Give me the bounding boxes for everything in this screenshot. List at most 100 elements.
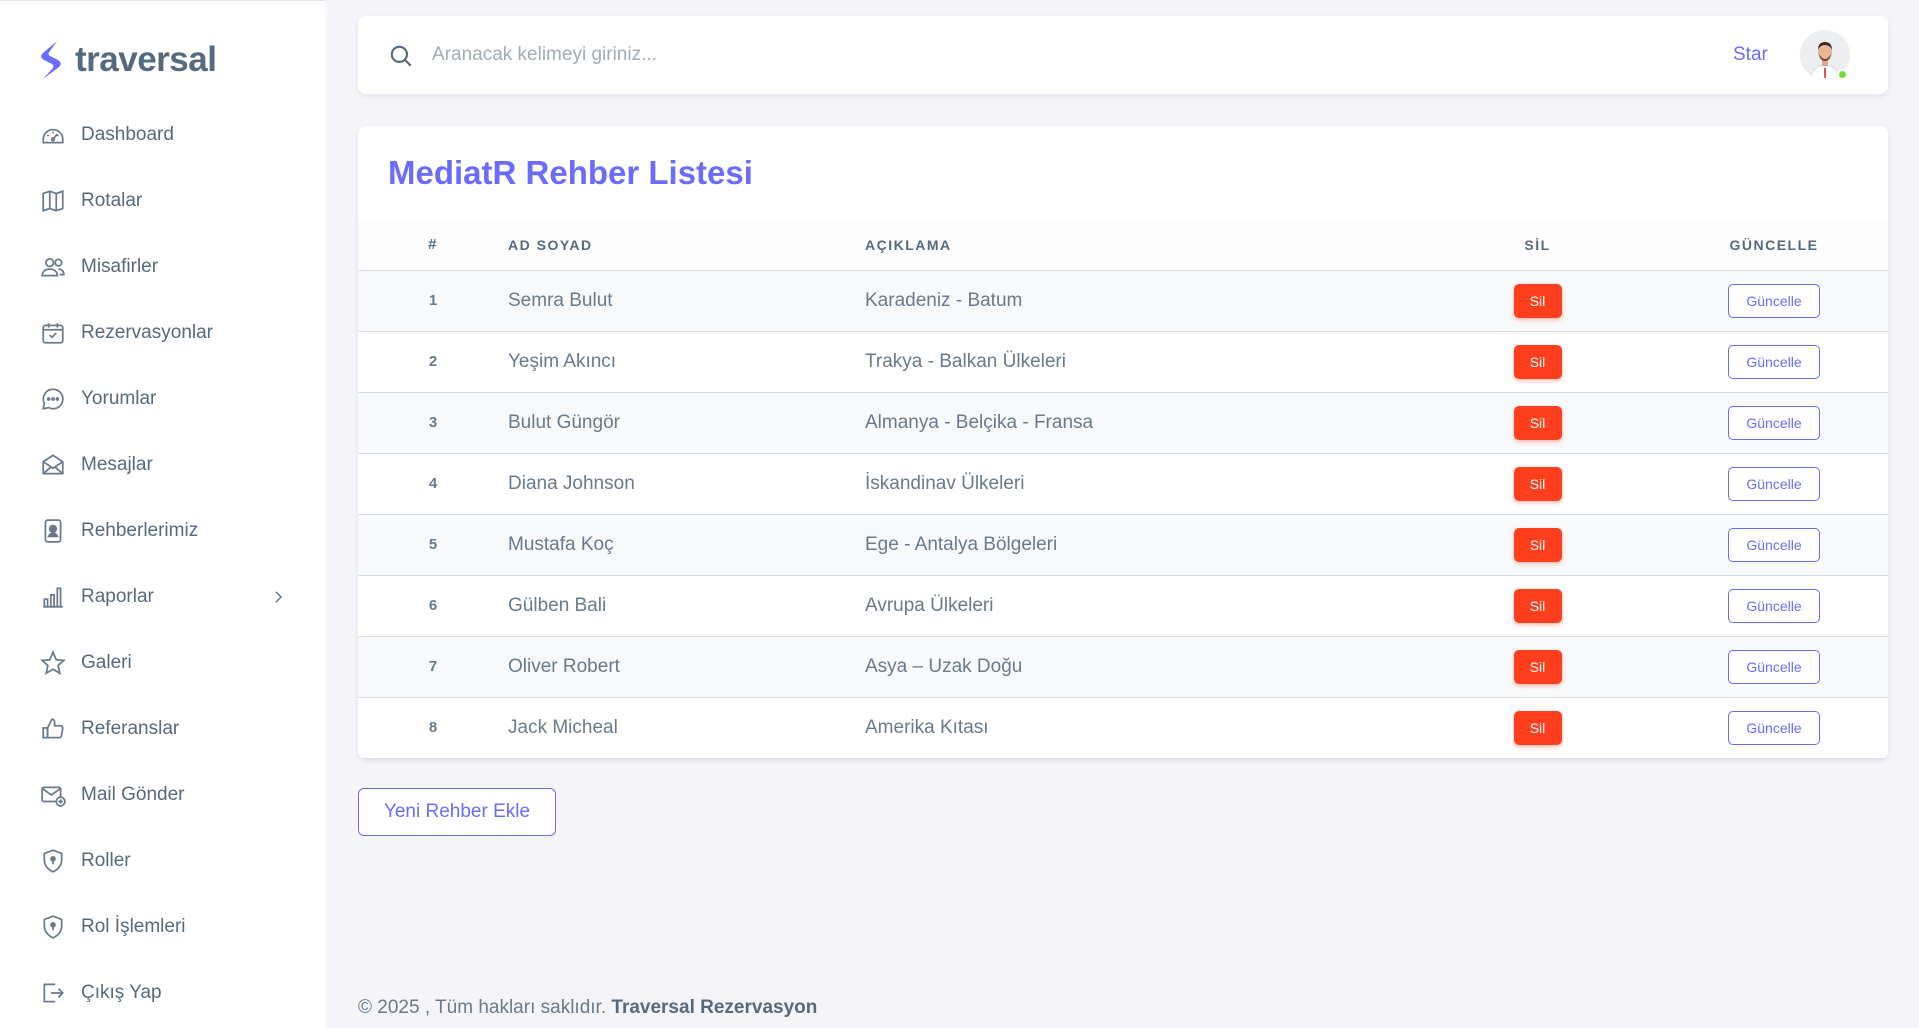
- sidebar-item-yorumlar[interactable]: Yorumlar: [0, 366, 325, 432]
- row-name: Jack Micheal: [508, 697, 865, 759]
- row-number: 3: [358, 392, 508, 454]
- row-name: Bulut Güngör: [508, 392, 865, 454]
- chat-icon: [40, 386, 66, 412]
- row-number: 2: [358, 331, 508, 393]
- row-number: 4: [358, 453, 508, 515]
- mail-send-icon: [40, 782, 66, 808]
- sidebar-item-referanslar[interactable]: Referanslar: [0, 696, 325, 762]
- sidebar-item-label: Rol İşlemleri: [81, 916, 186, 937]
- sidebar-item-label: Roller: [81, 850, 131, 871]
- sidebar-item-mesajlar[interactable]: Mesajlar: [0, 432, 325, 498]
- sidebar-item-rotalar[interactable]: Rotalar: [0, 168, 325, 234]
- update-button[interactable]: Güncelle: [1728, 649, 1820, 684]
- row-description: İskandinav Ülkeleri: [865, 453, 1415, 515]
- row-description: Almanya - Belçika - Fransa: [865, 392, 1415, 454]
- table-row: 1 Semra Bulut Karadeniz - Batum Sil Günc…: [358, 270, 1888, 332]
- row-description: Ege - Antalya Bölgeleri: [865, 514, 1415, 576]
- sidebar-menu: Dashboard Rotalar Misafirler Rezervasyon…: [0, 102, 325, 1026]
- online-status-dot: [1837, 69, 1848, 80]
- shield-icon: [40, 848, 66, 874]
- update-button[interactable]: Güncelle: [1728, 344, 1820, 379]
- row-description: Trakya - Balkan Ülkeleri: [865, 331, 1415, 393]
- column-header-update: GÜNCELLE: [1660, 220, 1888, 271]
- sidebar-item-label: Rehberlerimiz: [81, 520, 199, 541]
- table-row: 4 Diana Johnson İskandinav Ülkeleri Sil …: [358, 453, 1888, 515]
- footer-company: Traversal Rezervasyon: [611, 997, 818, 1018]
- table-row: 3 Bulut Güngör Almanya - Belçika - Frans…: [358, 392, 1888, 454]
- bar-chart-icon: [40, 584, 66, 610]
- star-icon: [40, 650, 66, 676]
- logout-icon: [40, 980, 66, 1006]
- delete-button[interactable]: Sil: [1513, 710, 1562, 745]
- sidebar-item-label: Rezervasyonlar: [81, 322, 213, 343]
- table-row: 7 Oliver Robert Asya – Uzak Doğu Sil Gün…: [358, 636, 1888, 698]
- row-name: Oliver Robert: [508, 636, 865, 698]
- dashboard-icon: [40, 122, 66, 148]
- delete-button[interactable]: Sil: [1513, 466, 1562, 501]
- sidebar-item-cikis-yap[interactable]: Çıkış Yap: [0, 960, 325, 1026]
- row-description: Amerika Kıtası: [865, 697, 1415, 759]
- delete-button[interactable]: Sil: [1513, 405, 1562, 440]
- sidebar-item-rehberlerimiz[interactable]: Rehberlerimiz: [0, 498, 325, 564]
- update-button[interactable]: Güncelle: [1728, 710, 1820, 745]
- thumbs-up-icon: [40, 716, 66, 742]
- sidebar-item-mail-gonder[interactable]: Mail Gönder: [0, 762, 325, 828]
- row-description: Karadeniz - Batum: [865, 270, 1415, 332]
- add-guide-button[interactable]: Yeni Rehber Ekle: [358, 788, 556, 836]
- update-button[interactable]: Güncelle: [1728, 588, 1820, 623]
- update-button[interactable]: Güncelle: [1728, 283, 1820, 318]
- delete-button[interactable]: Sil: [1513, 588, 1562, 623]
- guide-list-card: MediatR Rehber Listesi # AD SOYAD AÇIKLA…: [358, 126, 1888, 759]
- table-row: 5 Mustafa Koç Ege - Antalya Bölgeleri Si…: [358, 514, 1888, 576]
- update-button[interactable]: Güncelle: [1728, 405, 1820, 440]
- user-name-link[interactable]: Star: [1733, 44, 1768, 66]
- sidebar-item-dashboard[interactable]: Dashboard: [0, 102, 325, 168]
- footer: © 2025 , Tüm hakları saklıdır. Traversal…: [358, 997, 817, 1019]
- update-button[interactable]: Güncelle: [1728, 466, 1820, 501]
- search-input[interactable]: [432, 36, 1332, 74]
- sidebar: traversal Dashboard Rotalar Misafirler R…: [0, 0, 325, 1028]
- delete-button[interactable]: Sil: [1513, 283, 1562, 318]
- guide-table: # AD SOYAD AÇIKLAMA SİL GÜNCELLE 1 Semra…: [358, 220, 1888, 759]
- brand[interactable]: traversal: [37, 37, 217, 82]
- sidebar-item-rol-islemleri[interactable]: Rol İşlemleri: [0, 894, 325, 960]
- sidebar-item-label: Rotalar: [81, 190, 143, 211]
- table-header-row: # AD SOYAD AÇIKLAMA SİL GÜNCELLE: [358, 220, 1888, 271]
- table-row: 6 Gülben Bali Avrupa Ülkeleri Sil Güncel…: [358, 575, 1888, 637]
- column-header-num: #: [358, 220, 508, 271]
- table-row: 2 Yeşim Akıncı Trakya - Balkan Ülkeleri …: [358, 331, 1888, 393]
- shield-icon: [40, 914, 66, 940]
- row-name: Semra Bulut: [508, 270, 865, 332]
- sidebar-item-label: Mesajlar: [81, 454, 153, 475]
- brand-name: traversal: [75, 39, 217, 79]
- avatar[interactable]: [1800, 30, 1850, 80]
- column-header-delete: SİL: [1415, 220, 1660, 271]
- row-description: Asya – Uzak Doğu: [865, 636, 1415, 698]
- sidebar-item-misafirler[interactable]: Misafirler: [0, 234, 325, 300]
- sidebar-item-label: Referanslar: [81, 718, 180, 739]
- sidebar-item-label: Mail Gönder: [81, 784, 185, 805]
- row-number: 1: [358, 270, 508, 332]
- row-number: 7: [358, 636, 508, 698]
- search-icon: [390, 45, 412, 67]
- footer-text: © 2025 , Tüm hakları saklıdır.: [358, 997, 607, 1018]
- sidebar-item-raporlar[interactable]: Raporlar: [0, 564, 325, 630]
- delete-button[interactable]: Sil: [1513, 527, 1562, 562]
- row-description: Avrupa Ülkeleri: [865, 575, 1415, 637]
- sidebar-item-label: Çıkış Yap: [81, 982, 162, 1003]
- chevron-right-icon: [275, 591, 283, 603]
- row-number: 5: [358, 514, 508, 576]
- sidebar-item-rezervasyonlar[interactable]: Rezervasyonlar: [0, 300, 325, 366]
- delete-button[interactable]: Sil: [1513, 649, 1562, 684]
- column-header-name: AD SOYAD: [508, 220, 865, 271]
- row-number: 6: [358, 575, 508, 637]
- update-button[interactable]: Güncelle: [1728, 527, 1820, 562]
- sidebar-item-roller[interactable]: Roller: [0, 828, 325, 894]
- sidebar-item-galeri[interactable]: Galeri: [0, 630, 325, 696]
- delete-button[interactable]: Sil: [1513, 344, 1562, 379]
- table-row: 8 Jack Micheal Amerika Kıtası Sil Güncel…: [358, 697, 1888, 759]
- users-icon: [40, 254, 66, 280]
- row-name: Diana Johnson: [508, 453, 865, 515]
- map-icon: [40, 188, 66, 214]
- row-name: Gülben Bali: [508, 575, 865, 637]
